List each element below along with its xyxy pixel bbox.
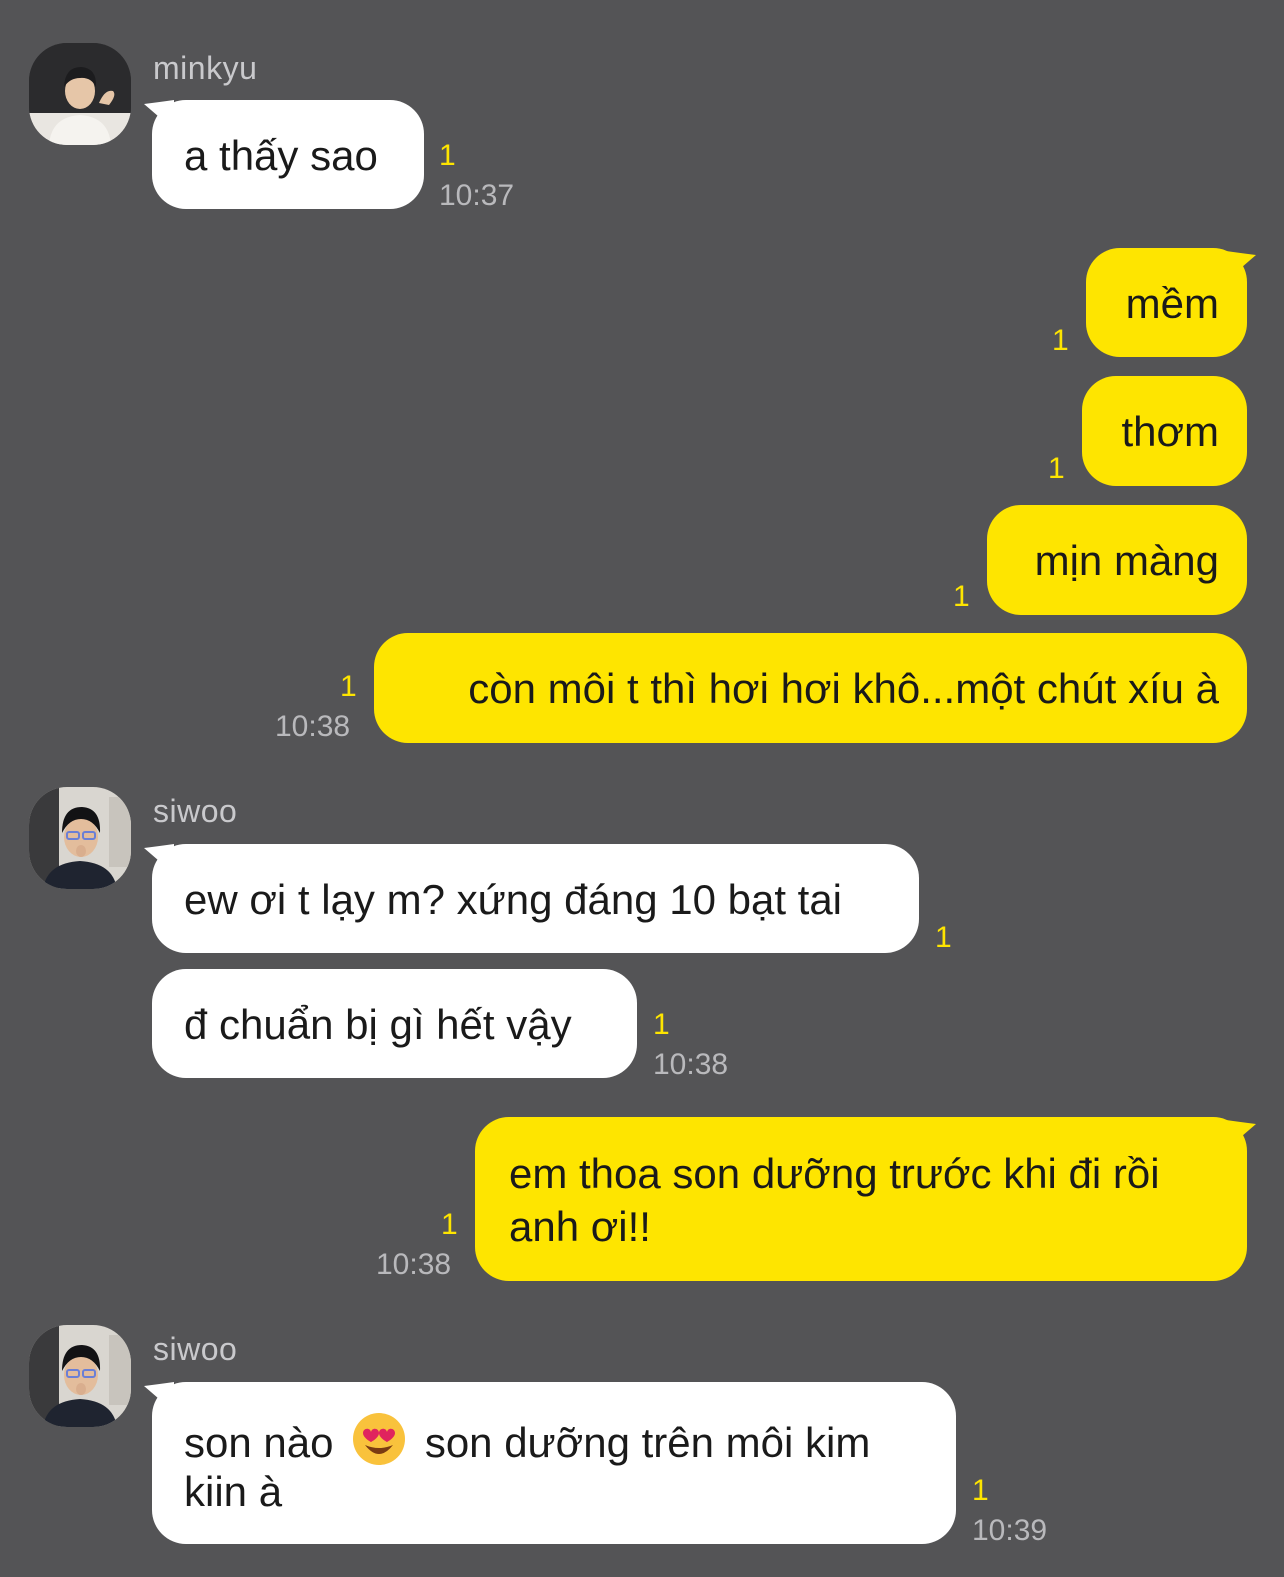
unread-count: 1 <box>1048 452 1065 485</box>
message-time: 10:38 <box>376 1248 452 1281</box>
unread-count: 1 <box>653 1008 670 1041</box>
siwoo-avatar[interactable] <box>29 787 131 889</box>
sender-name: siwoo <box>153 1331 238 1367</box>
message-text: mềm <box>1125 280 1219 327</box>
message-text-line: anh ơi!! <box>509 1203 651 1250</box>
unread-count: 1 <box>439 139 456 172</box>
sender-name: minkyu <box>153 50 258 86</box>
minkyu-avatar[interactable] <box>29 43 131 145</box>
incoming-message-bubble[interactable]: ew ơi t lạy m? xứng đáng 10 bạt tai <box>152 844 919 953</box>
unread-count: 1 <box>340 670 357 703</box>
message-text: thơm <box>1121 408 1219 455</box>
siwoo-avatar[interactable] <box>29 1325 131 1427</box>
incoming-message-bubble[interactable]: a thấy sao <box>152 100 424 209</box>
message-text: đ chuẩn bị gì hết vậy <box>184 1001 572 1048</box>
outgoing-message-bubble[interactable]: còn môi t thì hơi hơi khô...một chút xíu… <box>374 633 1247 743</box>
sender-name: siwoo <box>153 793 238 829</box>
chat-screen: minkyu a thấy sao 1 10:37 mềm 1 thơm 1 m… <box>0 0 1284 1577</box>
outgoing-message-bubble[interactable]: thơm <box>1082 376 1247 486</box>
unread-count: 1 <box>441 1208 458 1241</box>
incoming-message-bubble[interactable]: đ chuẩn bị gì hết vậy <box>152 969 637 1078</box>
message-time: 10:37 <box>439 179 515 212</box>
message-text: mịn màng <box>1034 537 1219 584</box>
outgoing-message-bubble[interactable]: mềm <box>1086 248 1247 357</box>
message-text-line: son nào son dưỡng trên môi kim <box>184 1411 870 1469</box>
heart-eyes-emoji-icon <box>353 1413 406 1465</box>
unread-count: 1 <box>935 921 952 954</box>
message-time: 10:39 <box>972 1514 1048 1547</box>
message-text: a thấy sao <box>184 132 378 179</box>
message-text-line: kiin à <box>184 1468 283 1515</box>
message-text: còn môi t thì hơi hơi khô...một chút xíu… <box>468 665 1219 712</box>
outgoing-message-bubble[interactable]: mịn màng <box>987 505 1247 615</box>
unread-count: 1 <box>1052 324 1069 357</box>
incoming-message-bubble[interactable]: son nào son dưỡng trên môi kim kiin à <box>152 1382 956 1544</box>
unread-count: 1 <box>972 1474 989 1507</box>
message-text: son dưỡng trên môi kim <box>424 1419 871 1466</box>
unread-count: 1 <box>953 580 970 613</box>
message-text: son nào <box>184 1419 334 1466</box>
message-time: 10:38 <box>653 1048 729 1081</box>
message-text-line: em thoa son dưỡng trước khi đi rồi <box>509 1150 1160 1197</box>
message-text: ew ơi t lạy m? xứng đáng 10 bạt tai <box>184 876 843 923</box>
outgoing-message-bubble[interactable]: em thoa son dưỡng trước khi đi rồi anh ơ… <box>475 1117 1247 1281</box>
message-time: 10:38 <box>275 710 351 743</box>
